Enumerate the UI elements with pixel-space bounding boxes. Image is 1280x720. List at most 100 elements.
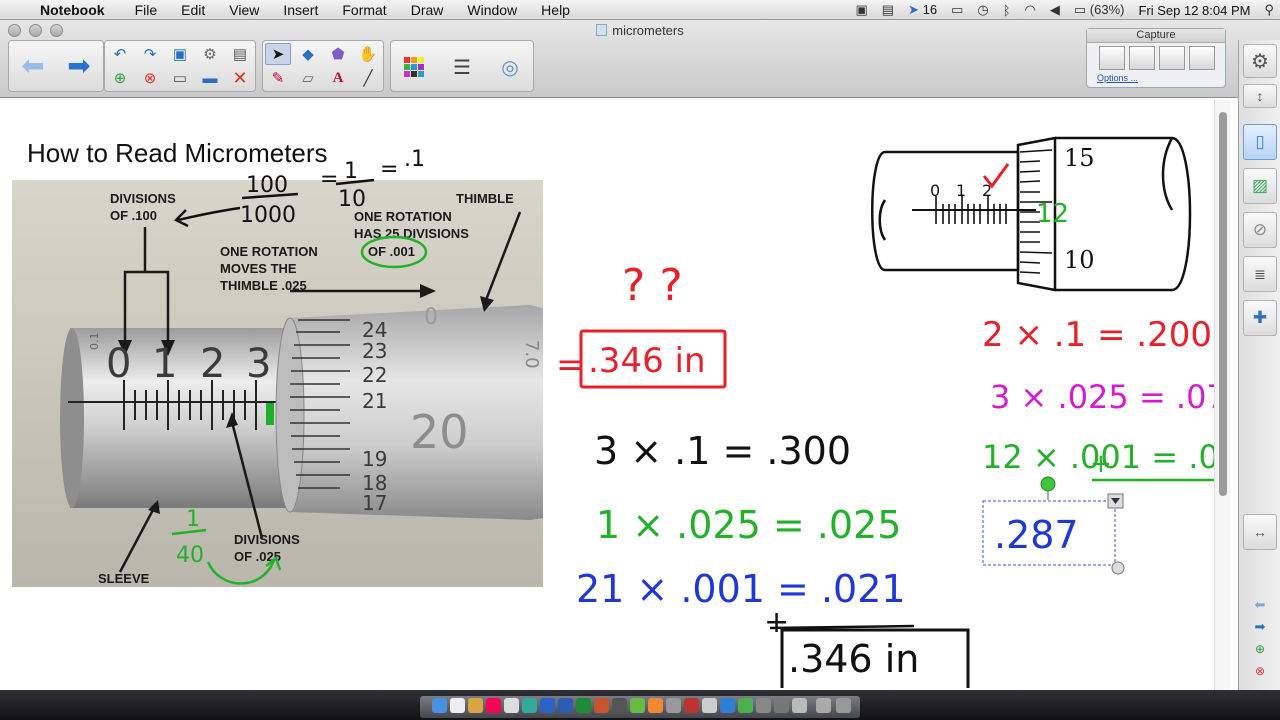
clock-app-icon[interactable] <box>450 698 465 713</box>
capture-title: Capture <box>1087 29 1225 43</box>
calendar-app-icon[interactable] <box>504 698 519 713</box>
bluetooth-icon[interactable]: ᛒ <box>1003 3 1011 18</box>
page-scrollbar[interactable] <box>1214 100 1230 690</box>
properties-tab[interactable]: ≣ <box>1243 256 1277 292</box>
menu-file[interactable]: File <box>135 2 158 18</box>
capture-area-button[interactable] <box>1099 46 1125 70</box>
select-tool-icon[interactable]: ➤ <box>265 43 291 65</box>
screen-shade-icon[interactable]: ▣ <box>167 43 193 65</box>
capture-freehand-button[interactable] <box>1189 46 1215 70</box>
redo-icon[interactable]: ↷ <box>137 43 163 65</box>
terminal-app-icon[interactable] <box>612 698 627 713</box>
app-icon-15[interactable] <box>702 698 717 713</box>
transparency-icon[interactable]: ◎ <box>495 53 525 81</box>
diagram-thimble-12: 12 <box>1036 199 1069 229</box>
notebook-app-icon[interactable] <box>720 698 735 713</box>
menu-window[interactable]: Window <box>467 2 517 18</box>
attachments-tab[interactable]: ⊘ <box>1243 212 1277 248</box>
camera-capture-icon[interactable]: ▤ <box>227 43 253 65</box>
selected-ink-object[interactable]: .287 <box>982 476 1125 575</box>
sleeve-number-3: 3 <box>246 341 271 387</box>
display-screen-icon[interactable]: ▬ <box>197 67 223 89</box>
capture-window-button[interactable] <box>1129 46 1155 70</box>
color-palette-icon[interactable] <box>399 53 429 81</box>
thimble-number-22: 22 <box>362 363 387 387</box>
line-tool-icon[interactable]: ╱ <box>355 67 381 89</box>
capture-screen-button[interactable] <box>1159 46 1185 70</box>
fill-tool-icon[interactable]: ✋ <box>355 43 381 65</box>
clock[interactable]: Fri Sep 12 8:04 PM <box>1138 3 1250 18</box>
previous-page-icon[interactable]: ⬅ <box>13 45 53 85</box>
rotate-handle[interactable] <box>1040 476 1056 492</box>
eraser-tool-icon[interactable]: ▱ <box>295 67 321 89</box>
side-add-page-icon[interactable]: ⊕ <box>1243 640 1277 658</box>
app-icon-11[interactable] <box>630 698 645 713</box>
pen-tool-icon[interactable]: ✎ <box>265 67 291 89</box>
app-icon-13[interactable] <box>666 698 681 713</box>
finder-icon[interactable] <box>432 698 447 713</box>
side-next-page-icon[interactable]: ➡ <box>1243 618 1277 636</box>
add-ons-tab[interactable]: ✚ <box>1243 300 1277 336</box>
powerpoint-app-icon[interactable] <box>594 698 609 713</box>
insert-page-icon[interactable]: ⊕ <box>107 67 133 89</box>
facetime-app-icon[interactable] <box>522 698 537 713</box>
notebook-window: micrometers ⬅ ➡ ↶ ↷ ▣ ⚙ ▤ ⊕ ⊗ ▭ ▬ ✕ ➤ ◆ … <box>0 20 1280 690</box>
camera-icon[interactable]: ▣ <box>856 2 868 18</box>
status-area: ▣ ▤ ➤ 16 ▭ ◷ ᛒ ◠ ◀ ▭ (63%) Fri Sep 12 8:… <box>856 0 1275 20</box>
scroll-thumb[interactable] <box>1219 112 1227 496</box>
app-icon-20[interactable] <box>792 698 807 713</box>
capture-options-link[interactable]: Options ... <box>1097 73 1138 83</box>
volume-icon[interactable]: ◀ <box>1050 2 1060 18</box>
mail-app-icon[interactable] <box>468 698 483 713</box>
excel-app-icon[interactable] <box>576 698 591 713</box>
shapes-tool-icon[interactable]: ◆ <box>295 43 321 65</box>
micrometer-diagram[interactable] <box>871 136 1192 292</box>
side-delete-page-icon[interactable]: ⊗ <box>1243 662 1277 680</box>
resize-handle[interactable] <box>1111 561 1125 575</box>
app-menu[interactable]: Notebook <box>40 2 117 18</box>
menu-draw[interactable]: Draw <box>411 2 444 18</box>
settings-gear-icon[interactable]: ⚙ <box>1243 44 1277 78</box>
menu-view[interactable]: View <box>229 2 259 18</box>
cursor-icon[interactable]: ➤ 16 <box>908 2 937 18</box>
ink-point-1: .1 <box>404 147 425 172</box>
delete-page-icon[interactable]: ⊗ <box>137 67 163 89</box>
resize-sidebar-icon[interactable]: ↔ <box>1243 514 1277 550</box>
app-icon-12[interactable] <box>648 698 663 713</box>
eraser-shape-icon[interactable]: ⬟ <box>325 43 351 65</box>
gallery-tab[interactable]: ▨ <box>1243 168 1277 204</box>
label-rotation-div-line3: OF .001 <box>368 244 415 259</box>
next-page-icon[interactable]: ➡ <box>59 45 99 85</box>
downloads-stack-icon[interactable] <box>816 698 831 713</box>
notebook-page[interactable]: How to Read Micrometers DIVISIONS OF .10… <box>0 100 1214 688</box>
line-style-icon[interactable]: ☰ <box>447 53 477 81</box>
delete-icon[interactable]: ✕ <box>227 67 253 89</box>
undo-icon[interactable]: ↶ <box>107 43 133 65</box>
chrome-app-icon[interactable] <box>738 698 753 713</box>
menu-insert[interactable]: Insert <box>283 2 318 18</box>
wifi-icon[interactable]: ◠ <box>1025 2 1036 18</box>
word-app-icon[interactable] <box>558 698 573 713</box>
menu-format[interactable]: Format <box>342 2 386 18</box>
micrometer-photo[interactable]: DIVISIONS OF .100 THIMBLE ONE ROTATION H… <box>12 180 543 587</box>
text-tool-icon[interactable]: A <box>325 67 351 89</box>
app-icon-19[interactable] <box>774 698 789 713</box>
time-machine-icon[interactable]: ◷ <box>977 2 988 18</box>
menu-help[interactable]: Help <box>541 2 570 18</box>
side-previous-page-icon[interactable]: ⬅ <box>1243 596 1277 614</box>
battery-icon[interactable]: ▭ (63%) <box>1074 2 1125 18</box>
app-icon-18[interactable] <box>756 698 771 713</box>
move-sidebar-icon[interactable]: ↕ <box>1243 84 1277 108</box>
spotlight-search-icon[interactable]: ⚲ <box>1264 2 1274 18</box>
app-icon-14[interactable] <box>684 698 699 713</box>
safari-app-icon[interactable] <box>540 698 555 713</box>
itunes-app-icon[interactable] <box>486 698 501 713</box>
document-camera-icon[interactable]: ▭ <box>167 67 193 89</box>
page-sorter-tab[interactable]: ▯ <box>1243 124 1277 160</box>
trash-icon[interactable] <box>836 698 851 713</box>
menu-edit[interactable]: Edit <box>181 2 205 18</box>
magnifier-icon[interactable]: ⚙ <box>197 43 223 65</box>
display-icon[interactable]: ▭ <box>951 2 963 18</box>
notes-icon[interactable]: ▤ <box>882 2 894 18</box>
thimble-number-19: 19 <box>362 447 387 471</box>
